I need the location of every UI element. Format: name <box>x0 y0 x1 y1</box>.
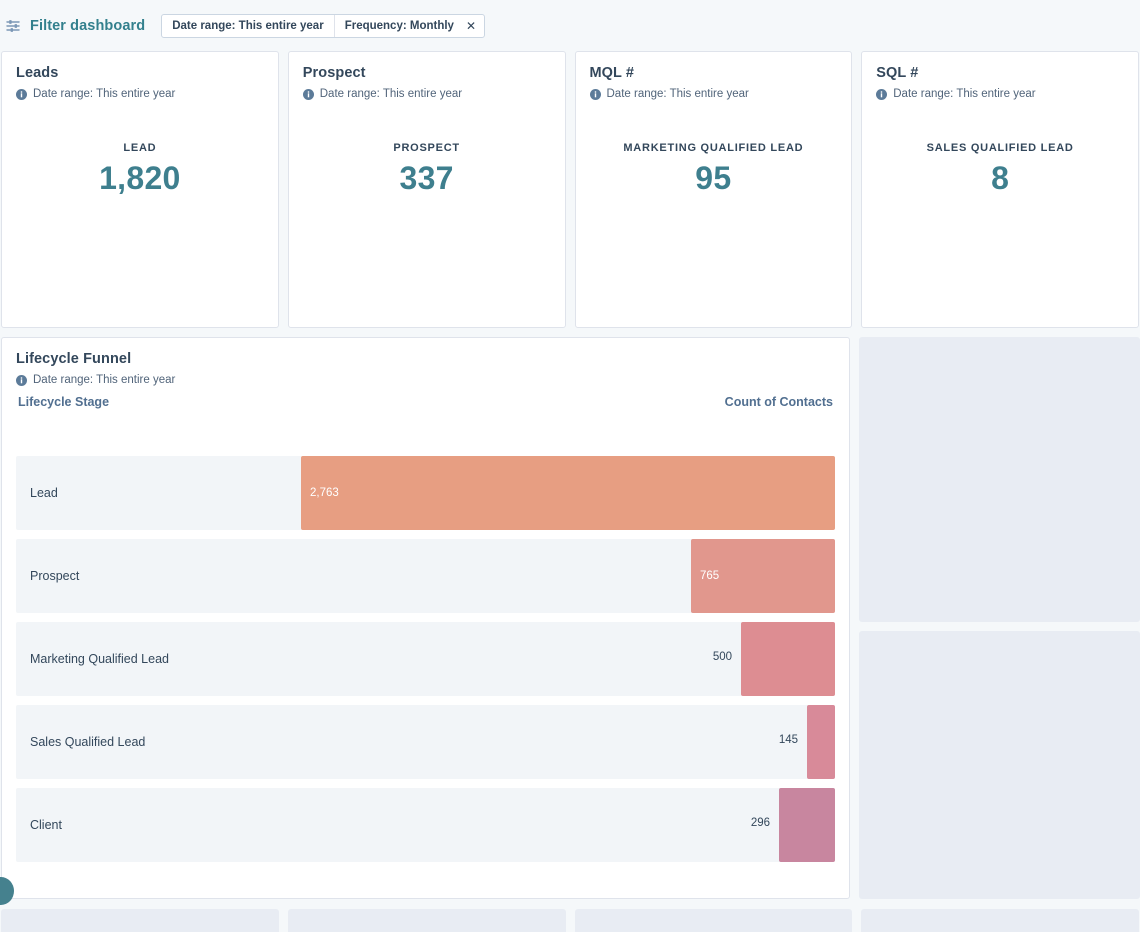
kpi-metric-label: LEAD <box>123 142 157 154</box>
funnel-row[interactable]: Sales Qualified Lead 145 <box>16 705 835 779</box>
kpi-metric-value: 95 <box>695 160 732 196</box>
info-icon <box>589 88 601 100</box>
card-subtitle-text: Date range: This entire year <box>606 88 749 100</box>
funnel-bar-value: 145 <box>778 734 798 746</box>
card-title: Leads <box>16 65 59 81</box>
info-icon <box>16 374 27 386</box>
kpi-metric-value: 8 <box>991 160 1010 196</box>
funnel-row[interactable]: Prospect 765 <box>16 539 835 613</box>
funnel-bar[interactable]: 2,763 <box>301 456 835 530</box>
funnel-row[interactable]: Client 296 <box>16 788 835 862</box>
funnel-axis-labels: Lifecycle Stage Count of Contacts <box>16 395 835 409</box>
funnel-stage-label: Marketing Qualified Lead <box>30 652 169 666</box>
kpi-metric-label: SALES QUALIFIED LEAD <box>926 142 1074 154</box>
funnel-stage-label: Sales Qualified Lead <box>30 735 146 749</box>
filter-dashboard-label[interactable]: Filter dashboard <box>30 18 145 34</box>
card-subtitle: Date range: This entire year <box>589 88 838 100</box>
placeholder-panel <box>287 909 566 932</box>
card-subtitle: Date range: This entire year <box>16 88 264 100</box>
filter-sliders-icon[interactable] <box>2 15 24 37</box>
kpi-card-leads[interactable]: Leads Date range: This entire year LEAD … <box>1 51 279 328</box>
funnel-stage-label: Prospect <box>30 569 80 583</box>
card-subtitle: Date range: This entire year <box>16 374 835 386</box>
second-row: Lifecycle Funnel Date range: This entire… <box>0 337 1140 899</box>
filter-chip-frequency[interactable]: Frequency: Monthly <box>333 14 464 37</box>
placeholder-panel <box>861 909 1139 932</box>
funnel-bar[interactable]: 765 <box>691 539 835 613</box>
card-subtitle-text: Date range: This entire year <box>893 88 1036 100</box>
filter-chip-group: Date range: This entire year Frequency: … <box>161 13 486 38</box>
placeholder-panel <box>859 337 1140 622</box>
filter-chip-date-range[interactable]: Date range: This entire year <box>162 15 333 37</box>
card-title: Prospect <box>302 65 366 81</box>
kpi-body: PROSPECT 337 <box>303 142 551 197</box>
kpi-metric-value: 337 <box>399 160 454 196</box>
kpi-body: MARKETING QUALIFIED LEAD 95 <box>590 142 838 197</box>
kpi-card-row: Leads Date range: This entire year LEAD … <box>0 51 1140 328</box>
card-title: SQL # <box>876 65 919 81</box>
info-icon <box>16 88 27 100</box>
funnel-bar-list: Lead 2,763 Prospect 765 Marketing Qualified … <box>16 456 835 862</box>
placeholder-panel <box>574 909 853 932</box>
kpi-body: LEAD 1,820 <box>16 142 264 197</box>
kpi-metric-value: 1,820 <box>99 160 181 196</box>
card-subtitle: Date range: This entire year <box>302 88 551 100</box>
funnel-stage-label: Client <box>30 818 62 832</box>
funnel-bar[interactable]: 296 <box>751 788 835 862</box>
card-subtitle-text: Date range: This entire year <box>33 88 176 100</box>
side-panel-stack <box>859 337 1140 899</box>
kpi-metric-label: MARKETING QUALIFIED LEAD <box>623 142 804 154</box>
card-title: MQL # <box>589 65 635 81</box>
kpi-metric-label: PROSPECT <box>393 142 460 154</box>
lifecycle-funnel-card[interactable]: Lifecycle Funnel Date range: This entire… <box>1 337 850 899</box>
bottom-placeholder-row <box>0 909 1140 932</box>
funnel-bar-value: 765 <box>700 570 720 582</box>
funnel-stage-label: Lead <box>30 486 58 500</box>
funnel-row[interactable]: Marketing Qualified Lead 500 <box>16 622 835 696</box>
card-title: Lifecycle Funnel <box>16 351 132 367</box>
kpi-body: SALES QUALIFIED LEAD 8 <box>876 142 1124 197</box>
card-subtitle-text: Date range: This entire year <box>33 374 176 386</box>
kpi-card-sql[interactable]: SQL # Date range: This entire year SALES… <box>861 51 1139 328</box>
info-icon <box>876 88 888 100</box>
filter-bar: Filter dashboard Date range: This entire… <box>0 0 1140 51</box>
clear-filters-icon[interactable]: ✕ <box>464 15 484 37</box>
funnel-row[interactable]: Lead 2,763 <box>16 456 835 530</box>
info-icon <box>302 88 314 100</box>
placeholder-panel <box>859 631 1140 899</box>
funnel-bar-value: 500 <box>712 651 732 663</box>
funnel-bar-value: 2,763 <box>310 487 339 499</box>
funnel-bar[interactable]: 500 <box>713 622 835 696</box>
kpi-card-mql[interactable]: MQL # Date range: This entire year MARKE… <box>574 51 853 328</box>
axis-label-lifecycle-stage: Lifecycle Stage <box>18 395 110 409</box>
funnel-bar-value: 296 <box>750 817 770 829</box>
funnel-bar[interactable]: 145 <box>779 705 835 779</box>
card-subtitle: Date range: This entire year <box>876 88 1124 100</box>
card-subtitle-text: Date range: This entire year <box>319 88 463 100</box>
axis-label-count-of-contacts: Count of Contacts <box>724 395 833 409</box>
placeholder-panel <box>1 909 279 932</box>
kpi-card-prospect[interactable]: Prospect Date range: This entire year PR… <box>287 51 566 328</box>
